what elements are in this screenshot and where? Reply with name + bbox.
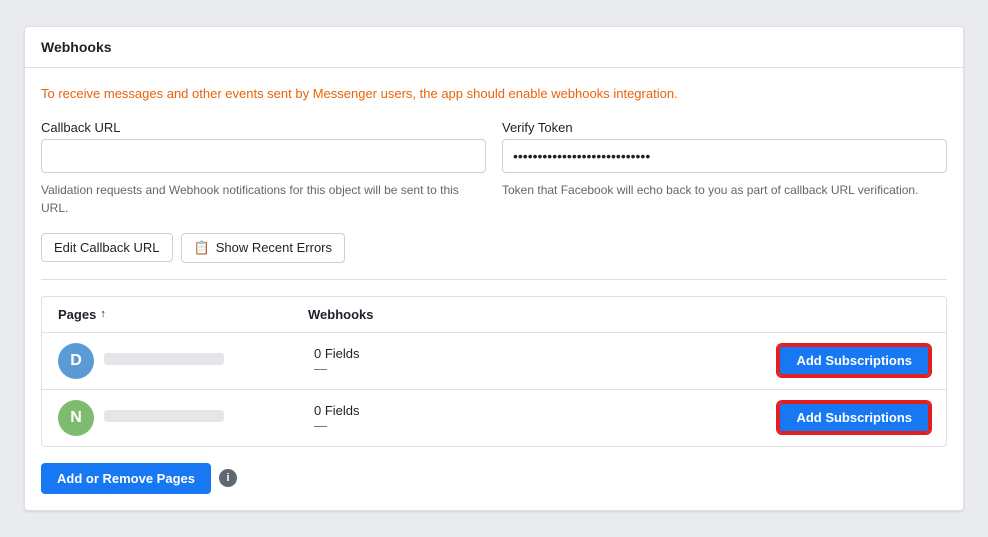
bottom-actions: Add or Remove Pages i (41, 463, 947, 494)
clipboard-icon: 📋 (194, 240, 210, 256)
verify-token-label: Verify Token (502, 120, 947, 135)
callback-url-label: Callback URL (41, 120, 486, 135)
page-name-n (104, 410, 314, 425)
col-pages-header: Pages ↑ (58, 307, 308, 322)
table-row: N 0 Fields — Add Subscriptions (42, 390, 946, 446)
section-divider (41, 279, 947, 280)
verify-token-group: Verify Token (502, 120, 947, 173)
webhook-count-d: 0 Fields (314, 346, 778, 361)
webhook-count-n: 0 Fields (314, 403, 778, 418)
card-title: Webhooks (25, 27, 963, 68)
blurred-name-n (104, 410, 224, 422)
token-help-text: Token that Facebook will echo back to yo… (502, 181, 947, 217)
webhook-dash-d: — (314, 361, 778, 376)
edit-callback-button[interactable]: Edit Callback URL (41, 233, 173, 262)
callback-url-input[interactable] (41, 139, 486, 173)
callback-help-text: Validation requests and Webhook notifica… (41, 181, 486, 217)
avatar-d: D (58, 343, 94, 379)
webhook-info-n: 0 Fields — (314, 403, 778, 433)
avatar-n: N (58, 400, 94, 436)
verify-token-input[interactable] (502, 139, 947, 173)
add-subscriptions-button-n[interactable]: Add Subscriptions (778, 402, 930, 433)
page-name-d (104, 353, 314, 368)
blurred-name-d (104, 353, 224, 365)
callback-url-group: Callback URL (41, 120, 486, 173)
webhook-dash-n: — (314, 418, 778, 433)
add-remove-pages-button[interactable]: Add or Remove Pages (41, 463, 211, 494)
webhook-info-d: 0 Fields — (314, 346, 778, 376)
show-errors-label: Show Recent Errors (216, 240, 332, 255)
info-message: To receive messages and other events sen… (41, 84, 947, 104)
show-errors-button[interactable]: 📋 Show Recent Errors (181, 233, 346, 263)
add-subscriptions-button-d[interactable]: Add Subscriptions (778, 345, 930, 376)
table-row: D 0 Fields — Add Subscriptions (42, 333, 946, 390)
table-header: Pages ↑ Webhooks (42, 297, 946, 333)
webhooks-card: Webhooks To receive messages and other e… (24, 26, 964, 511)
pages-table: Pages ↑ Webhooks D 0 Fields — Add Subscr… (41, 296, 947, 447)
edit-callback-label: Edit Callback URL (54, 240, 160, 255)
col-webhooks-header: Webhooks (308, 307, 930, 322)
sort-arrow-icon: ↑ (100, 308, 106, 320)
info-icon[interactable]: i (219, 469, 237, 487)
